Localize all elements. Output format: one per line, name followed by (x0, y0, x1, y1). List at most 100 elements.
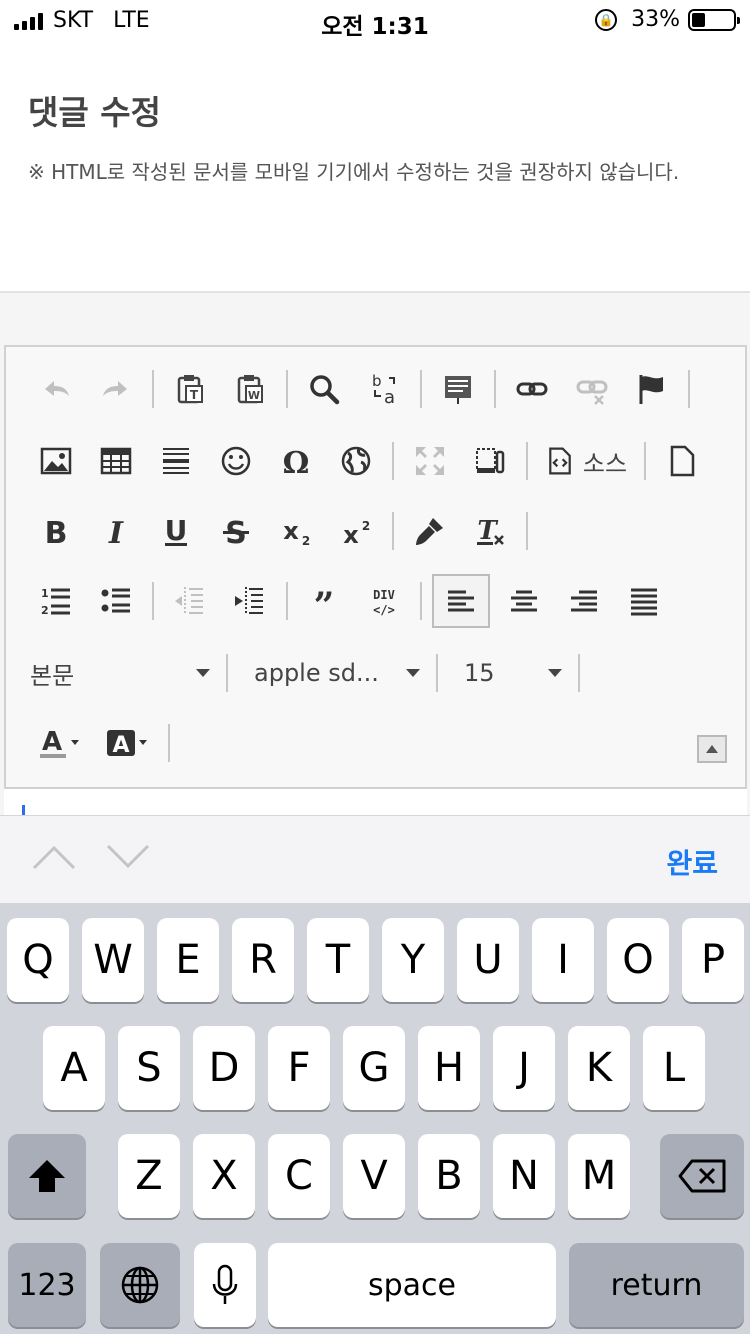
italic-button[interactable]: I (90, 505, 142, 557)
key-j[interactable]: J (493, 1026, 555, 1110)
numbered-list-button[interactable]: 12 (30, 575, 82, 627)
copy-format-button[interactable] (404, 505, 456, 557)
key-t[interactable]: T (307, 918, 369, 1002)
key-k[interactable]: K (568, 1026, 630, 1110)
key-g[interactable]: G (343, 1026, 405, 1110)
underline-button[interactable]: U (150, 505, 202, 557)
link-button[interactable] (506, 363, 558, 415)
space-key[interactable]: space (268, 1243, 556, 1327)
remove-format-button[interactable]: T (464, 505, 516, 557)
unlink-button[interactable] (566, 363, 618, 415)
replace-button[interactable]: ba (358, 363, 410, 415)
bold-button[interactable]: B (30, 505, 82, 557)
key-x[interactable]: X (193, 1134, 255, 1218)
shift-key[interactable] (8, 1134, 86, 1218)
align-right-button[interactable] (558, 575, 610, 627)
svg-text:1: 1 (41, 587, 49, 600)
key-u[interactable]: U (457, 918, 519, 1002)
background-color-button[interactable]: A (98, 717, 158, 769)
key-q[interactable]: Q (7, 918, 69, 1002)
maximize-button[interactable] (404, 435, 456, 487)
outdent-button[interactable] (164, 575, 216, 627)
done-button[interactable]: 완료 (666, 842, 718, 882)
key-o[interactable]: O (607, 918, 669, 1002)
dictation-key[interactable] (194, 1243, 256, 1327)
backspace-icon (678, 1159, 726, 1193)
horizontal-rule-icon (163, 448, 189, 474)
smiley-icon (221, 446, 251, 476)
select-all-button[interactable] (432, 363, 484, 415)
key-c[interactable]: C (268, 1134, 330, 1218)
toolbar-separator (286, 370, 288, 408)
next-field-icon[interactable] (106, 844, 150, 870)
undo-button[interactable] (30, 363, 82, 415)
rich-text-editor: T W ba Ω 소스 B I U S x 2 x 2 T 1 2 ” DIV … (4, 345, 747, 815)
blockquote-button[interactable]: ” (298, 575, 350, 627)
source-button[interactable]: 소스 (538, 435, 634, 487)
iframe-button[interactable] (330, 435, 382, 487)
indent-button[interactable] (224, 575, 276, 627)
key-r[interactable]: R (232, 918, 294, 1002)
key-a[interactable]: A (43, 1026, 105, 1110)
subscript-icon: x2 (283, 517, 310, 548)
special-char-button[interactable]: Ω (270, 435, 322, 487)
key-z[interactable]: Z (118, 1134, 180, 1218)
key-p[interactable]: P (682, 918, 744, 1002)
key-b[interactable]: B (418, 1134, 480, 1218)
globe-key[interactable] (100, 1243, 180, 1327)
collapse-toolbar-button[interactable] (697, 735, 727, 763)
new-page-button[interactable] (656, 435, 708, 487)
div-container-button[interactable]: DIV </> (358, 575, 410, 627)
redo-button[interactable] (90, 363, 142, 415)
justify-icon (631, 588, 657, 616)
numbers-key[interactable]: 123 (8, 1243, 86, 1327)
editor-content[interactable] (4, 787, 747, 819)
table-icon (100, 447, 132, 475)
key-s[interactable]: S (118, 1026, 180, 1110)
key-f[interactable]: F (268, 1026, 330, 1110)
justify-button[interactable] (618, 575, 670, 627)
bullet-list-button[interactable] (90, 575, 142, 627)
font-dropdown[interactable]: apple sd... (234, 649, 430, 697)
omega-icon: Ω (283, 446, 310, 478)
source-label: 소스 (582, 449, 628, 478)
toolbar-separator (494, 370, 496, 408)
paste-word-button[interactable]: W (224, 363, 276, 415)
previous-field-icon[interactable] (32, 844, 76, 870)
strikethrough-button[interactable]: S (210, 505, 262, 557)
return-key[interactable]: return (569, 1243, 744, 1327)
paste-text-button[interactable]: T (164, 363, 216, 415)
key-v[interactable]: V (343, 1134, 405, 1218)
chevron-down-icon (196, 669, 210, 677)
text-color-button[interactable]: A (30, 717, 90, 769)
horizontal-rule-button[interactable] (150, 435, 202, 487)
anchor-button[interactable] (626, 363, 678, 415)
image-button[interactable] (30, 435, 82, 487)
key-e[interactable]: E (157, 918, 219, 1002)
key-w[interactable]: W (82, 918, 144, 1002)
show-blocks-icon (476, 448, 505, 474)
key-l[interactable]: L (643, 1026, 705, 1110)
toolbar-separator (168, 724, 170, 762)
key-i[interactable]: I (532, 918, 594, 1002)
key-h[interactable]: H (418, 1026, 480, 1110)
svg-text:B: B (45, 516, 68, 548)
backspace-key[interactable] (660, 1134, 744, 1218)
align-left-button[interactable] (432, 574, 490, 628)
emoji-button[interactable] (210, 435, 262, 487)
key-n[interactable]: N (493, 1134, 555, 1218)
superscript-button[interactable]: x2 (330, 505, 382, 557)
find-button[interactable] (298, 363, 350, 415)
key-y[interactable]: Y (382, 918, 444, 1002)
font-size-dropdown[interactable]: 15 (444, 649, 572, 697)
subscript-button[interactable]: x2 (270, 505, 322, 557)
align-left-icon (448, 590, 474, 612)
key-d[interactable]: D (193, 1026, 255, 1110)
align-center-button[interactable] (498, 575, 550, 627)
format-dropdown[interactable]: 본문 (10, 649, 220, 697)
show-blocks-button[interactable] (464, 435, 516, 487)
table-button[interactable] (90, 435, 142, 487)
battery-percent: 33% (631, 7, 680, 32)
key-m[interactable]: M (568, 1134, 630, 1218)
toolbar-separator (392, 442, 394, 480)
